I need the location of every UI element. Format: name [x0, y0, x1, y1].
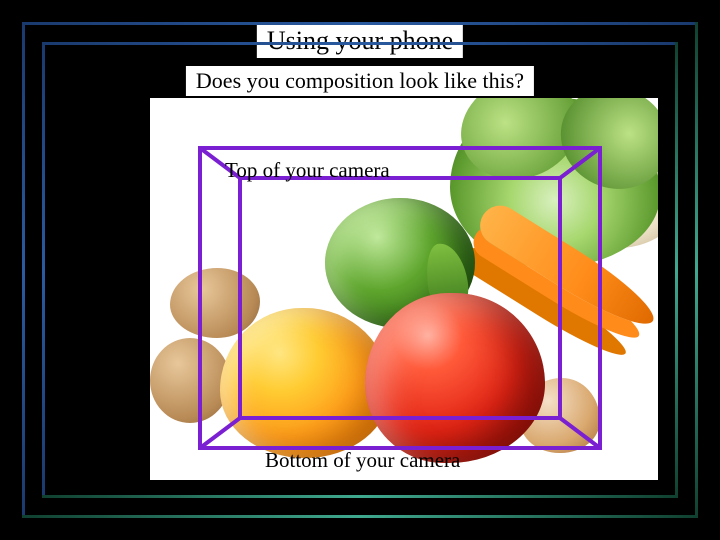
- composition-photo: Top of your camera Bottom of your camera: [150, 98, 658, 480]
- camera-bottom-label: Bottom of your camera: [265, 448, 460, 473]
- vegetables-illustration: [150, 98, 658, 480]
- red-pepper-shape: [365, 293, 545, 463]
- camera-top-label: Top of your camera: [225, 158, 390, 183]
- slide-subtitle-text: Does you composition look like this?: [196, 68, 524, 93]
- potato-shape: [170, 268, 260, 338]
- slide-title-text: Using your phone: [267, 26, 453, 55]
- potato-shape: [150, 338, 230, 423]
- slide-title: Using your phone: [257, 24, 463, 58]
- slide-subtitle: Does you composition look like this?: [186, 66, 534, 96]
